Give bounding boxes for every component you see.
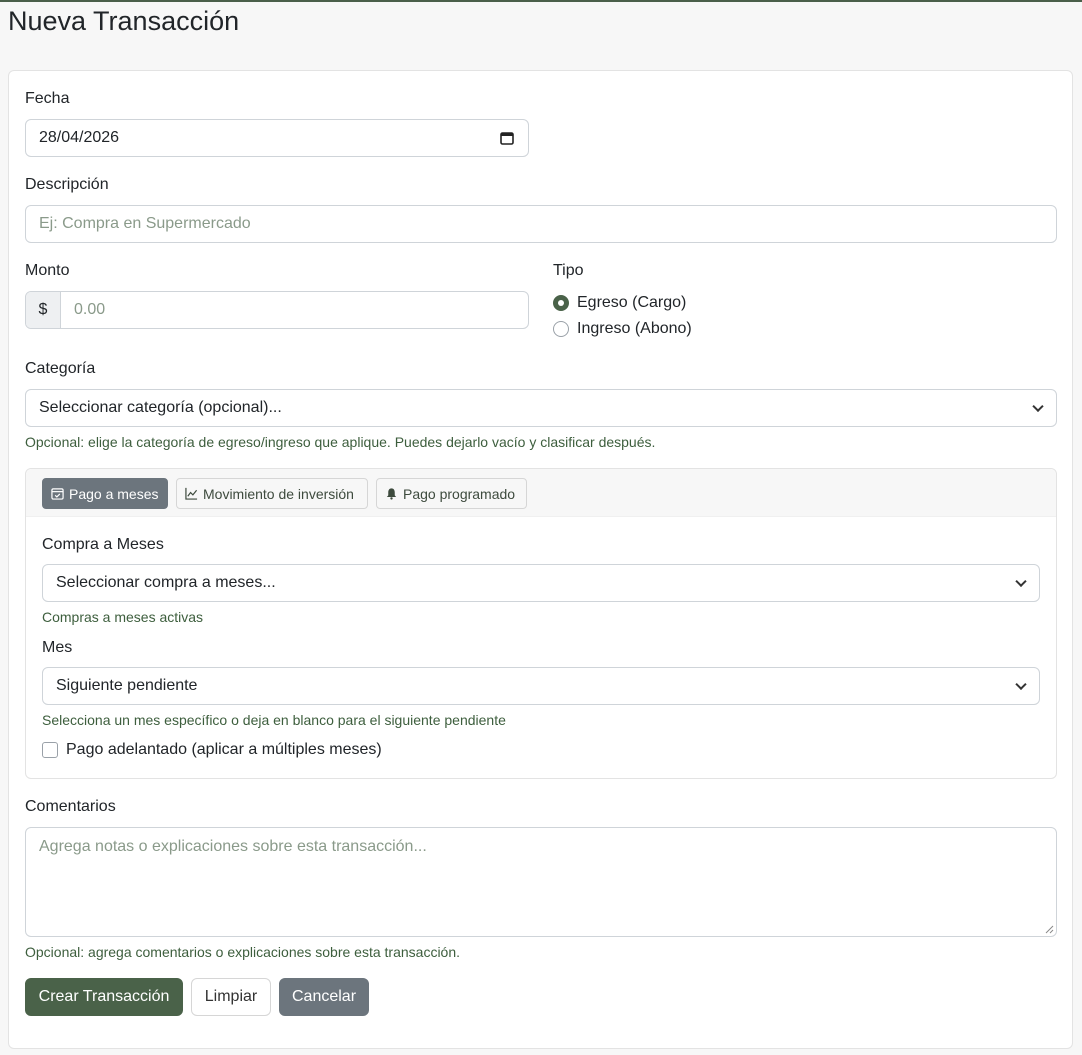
comentarios-textarea[interactable]: Agrega notas o explicaciones sobre esta … — [25, 827, 1057, 937]
tab-label: Pago programado — [403, 485, 516, 502]
comentarios-placeholder: Agrega notas o explicaciones sobre esta … — [39, 838, 427, 855]
tab-label: Movimiento de inversión — [203, 485, 354, 502]
ingreso-label[interactable]: Ingreso (Abono) — [577, 319, 692, 339]
currency-prefix: $ — [26, 292, 61, 328]
comentarios-label: Comentarios — [25, 798, 116, 815]
descripcion-label: Descripción — [25, 176, 109, 193]
pago-adelantado-checkbox[interactable] — [42, 742, 58, 758]
resize-handle-icon[interactable] — [1045, 925, 1054, 934]
categoria-selected: Seleccionar categoría (opcional)... — [39, 399, 282, 416]
page-title: Nueva Transacción — [8, 6, 240, 36]
compra-meses-help: Compras a meses activas — [42, 609, 204, 625]
transaction-form-card: Fecha 28/04/2026 Descripción Ej: Compra … — [8, 70, 1073, 1049]
bell-icon — [386, 488, 397, 500]
chart-line-icon — [185, 487, 198, 500]
mes-selected: Siguiente pendiente — [56, 677, 198, 694]
calendar-icon[interactable] — [500, 131, 514, 145]
create-transaction-button[interactable]: Crear Transacción — [25, 978, 183, 1016]
fecha-date-input[interactable]: 28/04/2026 — [25, 119, 529, 157]
chevron-down-icon — [1015, 575, 1027, 588]
tab-pago-programado[interactable]: Pago programado — [376, 478, 527, 509]
ingreso-radio[interactable] — [553, 321, 569, 337]
categoria-label: Categoría — [25, 360, 96, 377]
descripcion-placeholder: Ej: Compra en Supermercado — [39, 215, 251, 232]
compra-meses-label: Compra a Meses — [42, 536, 164, 553]
clear-button[interactable]: Limpiar — [191, 978, 271, 1016]
egreso-radio[interactable] — [553, 295, 569, 311]
comentarios-help: Opcional: agrega comentarios o explicaci… — [25, 944, 461, 960]
compra-meses-selected: Seleccionar compra a meses... — [56, 574, 276, 591]
chevron-down-icon — [1032, 400, 1044, 413]
descripcion-input[interactable]: Ej: Compra en Supermercado — [25, 205, 1057, 243]
chevron-down-icon — [1015, 678, 1027, 691]
extra-options-panel: Pago a meses Movimiento de inversión Pag… — [25, 468, 1057, 779]
tab-pago-a-meses[interactable]: Pago a meses — [42, 478, 168, 509]
monto-label: Monto — [25, 262, 70, 279]
monto-placeholder: 0.00 — [74, 301, 106, 318]
categoria-help: Opcional: elige la categoría de egreso/i… — [25, 434, 656, 450]
tipo-label: Tipo — [553, 262, 584, 279]
mes-label: Mes — [42, 639, 73, 656]
monto-input[interactable]: 0.00 — [61, 292, 528, 328]
egreso-label[interactable]: Egreso (Cargo) — [577, 293, 686, 313]
cancel-button[interactable]: Cancelar — [279, 978, 369, 1016]
options-tab-bar: Pago a meses Movimiento de inversión Pag… — [26, 469, 1056, 517]
calendar-check-icon — [51, 488, 64, 500]
fecha-value: 28/04/2026 — [39, 129, 120, 146]
tab-movimiento-inversion[interactable]: Movimiento de inversión — [176, 478, 368, 509]
monto-input-group: $ 0.00 — [25, 291, 529, 329]
mes-select[interactable]: Siguiente pendiente — [42, 667, 1040, 705]
pago-adelantado-label[interactable]: Pago adelantado (aplicar a múltiples mes… — [66, 740, 382, 760]
categoria-select[interactable]: Seleccionar categoría (opcional)... — [25, 389, 1057, 427]
fecha-label: Fecha — [25, 90, 70, 107]
tab-label: Pago a meses — [69, 485, 159, 502]
mes-help: Selecciona un mes específico o deja en b… — [42, 712, 506, 728]
compra-meses-select[interactable]: Seleccionar compra a meses... — [42, 564, 1040, 602]
